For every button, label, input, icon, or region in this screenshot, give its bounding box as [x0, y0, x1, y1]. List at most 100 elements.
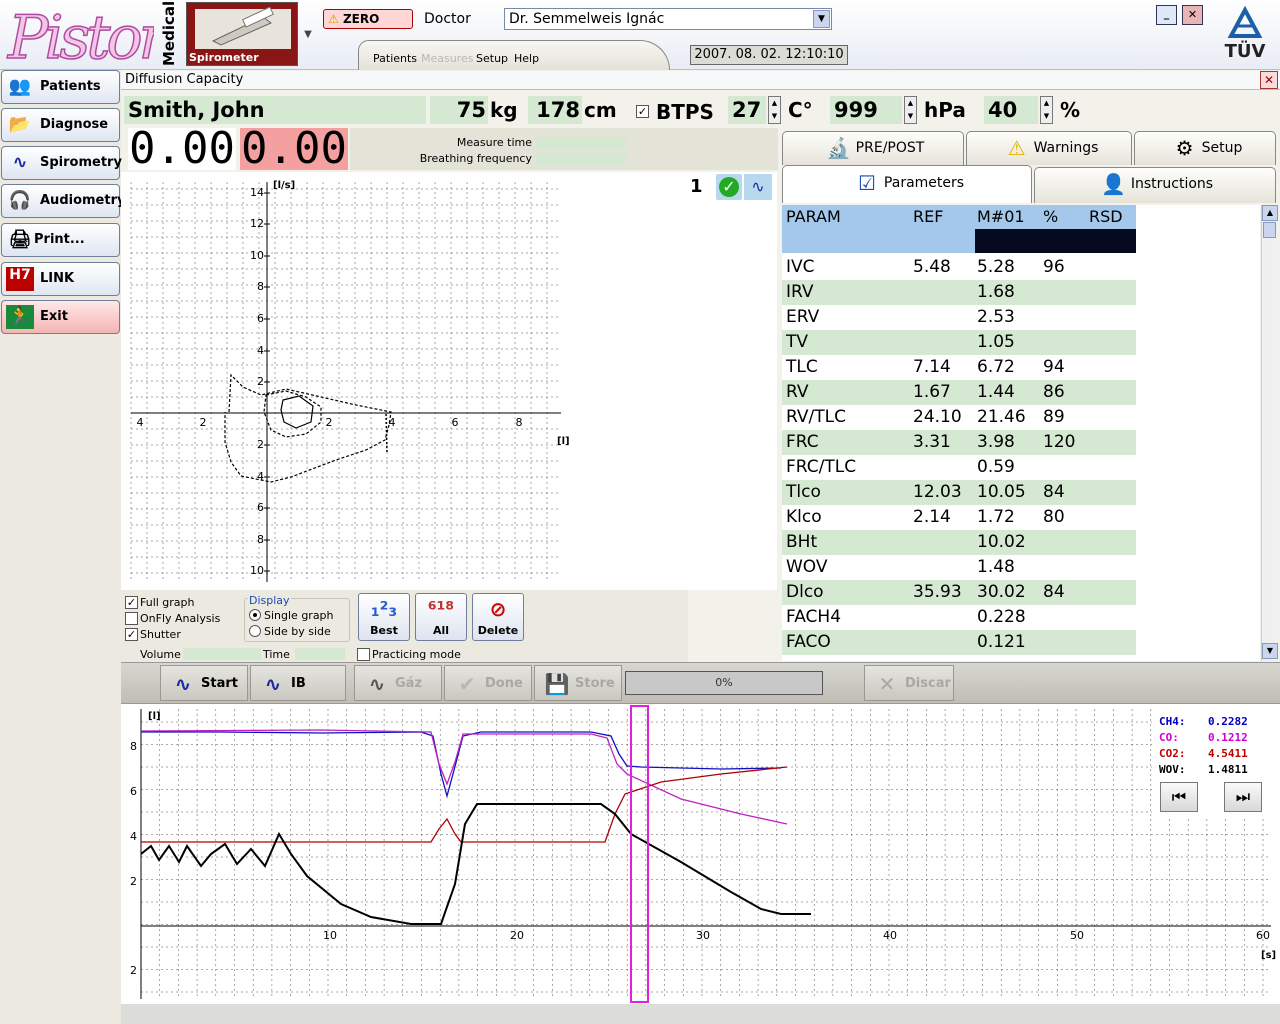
sidebar-item-label: Patients [40, 79, 101, 94]
table-row[interactable]: FRC/TLC 0.59 [782, 455, 1136, 480]
y-tick-label: 4 [130, 830, 137, 843]
x-tick-label: 50 [1070, 929, 1084, 942]
window-title: Diffusion Capacity [121, 71, 1280, 90]
module-selector[interactable]: Spirometer [186, 2, 298, 66]
ib-start-button[interactable]: ∿IB Start [250, 665, 346, 727]
table-row[interactable]: RV 1.67 1.44 86 [782, 380, 1136, 405]
tab-setup[interactable]: ⚙ Setup [1134, 131, 1276, 165]
minimize-button[interactable]: _ [1156, 5, 1177, 25]
table-row[interactable]: IVC 5.48 5.28 96 [782, 255, 1136, 280]
table-row[interactable]: Klco 2.14 1.72 80 [782, 505, 1136, 530]
menu-patients[interactable]: Patients [373, 52, 417, 65]
skip-back-icon[interactable]: ⏮ [1160, 782, 1198, 812]
svg-text:Piston: Piston [7, 3, 154, 68]
sidebar-item-diagnose[interactable]: 📂 Diagnose [1, 108, 120, 142]
scroll-down-icon[interactable]: ▼ [1262, 643, 1278, 659]
sidebar-item-print[interactable]: 🖨 Print... [1, 223, 120, 257]
best-button[interactable]: ₁²₃ Best [358, 593, 410, 641]
time-marker[interactable] [630, 705, 649, 1003]
table-cell: 1.44 [977, 382, 1015, 402]
table-row[interactable]: FRC 3.31 3.98 120 [782, 430, 1136, 455]
table-cell: 1.67 [913, 382, 951, 402]
store-button[interactable]: 💾 Store [534, 665, 622, 701]
pressure-stepper[interactable]: ▲ ▼ [904, 96, 917, 124]
chevron-down-icon[interactable]: ▼ [813, 10, 830, 28]
shutter-checkbox[interactable]: ✓ [125, 628, 138, 641]
table-row[interactable]: ERV 2.53 [782, 305, 1136, 330]
all-button[interactable]: ⁶¹⁸ All [415, 593, 467, 641]
y-tick-label: 6 [257, 312, 264, 325]
table-row[interactable]: FACO 0.121 [782, 630, 1136, 655]
warning-icon: ⚠ [1007, 136, 1026, 160]
sidebar-item-exit[interactable]: 🏃 Exit [1, 300, 120, 334]
close-icon[interactable]: ✕ [1260, 71, 1278, 89]
gas-button[interactable]: ∿ Gáz [354, 665, 442, 701]
skip-forward-icon[interactable]: ⏭ [1224, 782, 1262, 812]
sidebar-item-audiometry[interactable]: 🎧 Audiometry [1, 184, 125, 218]
table-row[interactable]: FACH4 0.228 [782, 605, 1136, 630]
folder-icon: 📂 [8, 114, 32, 135]
table-row[interactable]: TV 1.05 [782, 330, 1136, 355]
practicing-checkbox[interactable] [357, 648, 370, 661]
table-row[interactable]: BHt 10.02 [782, 530, 1136, 555]
height-unit: cm [584, 98, 617, 122]
temperature-value[interactable]: 27 [728, 96, 766, 124]
menu-measures[interactable]: Measures [421, 52, 473, 65]
table-row[interactable]: Tlco 12.03 10.05 84 [782, 480, 1136, 505]
best-icon: ₁²₃ [370, 597, 398, 621]
humidity-value[interactable]: 40 [984, 96, 1038, 124]
discard-button[interactable]: ✕ Discar [864, 665, 954, 701]
checkmark-icon[interactable]: ✓ [716, 174, 742, 200]
y-tick-label: 8 [257, 280, 264, 293]
onfly-label: OnFly Analysis [140, 612, 221, 625]
table-row[interactable]: TLC 7.14 6.72 94 [782, 355, 1136, 380]
sidebar-item-label: Diagnose [40, 117, 109, 132]
table-cell: FACO [786, 632, 831, 652]
parameters-table: PARAM REF M#01 % RSD IVC 5.48 5.28 96 IRV 1.6… [782, 205, 1260, 661]
full-graph-checkbox[interactable]: ✓ [125, 596, 138, 609]
table-row[interactable]: IRV 1.68 [782, 280, 1136, 305]
pressure-value[interactable]: 999 [830, 96, 902, 124]
done-button[interactable]: ✔ Done [444, 665, 532, 701]
flow-volume-graph: [l/s] [l] 14 12 10 8 6 4 2 2 4 6 8 10 422468 [121, 172, 777, 590]
tab-warnings[interactable]: ⚠ Warnings [966, 131, 1132, 165]
tab-parameters[interactable]: ☑ Parameters [782, 165, 1032, 203]
table-row[interactable]: Dlco 35.93 30.02 84 [782, 580, 1136, 605]
sidebar-item-link[interactable]: H7 LINK [1, 262, 120, 296]
measure-time-value [536, 137, 626, 150]
scroll-up-icon[interactable]: ▲ [1262, 205, 1278, 221]
table-scrollbar[interactable]: ▲ ▼ [1261, 205, 1278, 661]
weight-unit: kg [490, 98, 518, 122]
tab-pre-post[interactable]: 🔬 PRE/POST [782, 131, 964, 165]
close-button[interactable]: ✕ [1182, 5, 1203, 25]
menu-setup[interactable]: Setup [476, 52, 508, 65]
table-cell: 80 [1043, 507, 1065, 527]
y-tick-label: 10 [250, 249, 264, 262]
table-row[interactable]: RV/TLC 24.10 21.46 89 [782, 405, 1136, 430]
menu-help[interactable]: Help [514, 52, 539, 65]
chevron-down-icon[interactable]: ▼ [300, 4, 316, 66]
table-row[interactable]: WOV 1.48 [782, 555, 1136, 580]
x-tick-label: 2 [326, 416, 333, 429]
zero-button[interactable]: ⚠ ZERO [323, 9, 413, 29]
scroll-thumb[interactable] [1263, 222, 1276, 238]
progress-bar: 0% [625, 671, 823, 695]
humidity-stepper[interactable]: ▲ ▼ [1040, 96, 1053, 124]
start-button[interactable]: ∿ Start [160, 665, 248, 701]
sidebar-item-patients[interactable]: 👥 Patients [1, 70, 120, 104]
delete-button[interactable]: ⊘ Delete [472, 593, 524, 641]
onfly-checkbox[interactable] [125, 612, 138, 625]
column-header: % [1043, 207, 1059, 226]
side-by-side-radio[interactable] [249, 625, 261, 637]
y-tick-label: 2 [130, 964, 137, 977]
sidebar-item-spirometry[interactable]: ∿ Spirometry [1, 146, 122, 180]
temperature-stepper[interactable]: ▲ ▼ [768, 96, 781, 124]
tab-instructions[interactable]: 👤 Instructions [1034, 167, 1276, 203]
record-number: 1 [690, 176, 703, 197]
doctor-select[interactable]: Dr. Semmelweis Ignác ▼ [504, 8, 832, 30]
volume-readout: 0.00 [240, 123, 348, 174]
table-cell: 3.98 [977, 432, 1015, 452]
single-graph-radio[interactable] [249, 609, 261, 621]
btps-checkbox[interactable]: ✓ [636, 105, 649, 118]
wave-icon[interactable]: ∿ [744, 174, 772, 200]
